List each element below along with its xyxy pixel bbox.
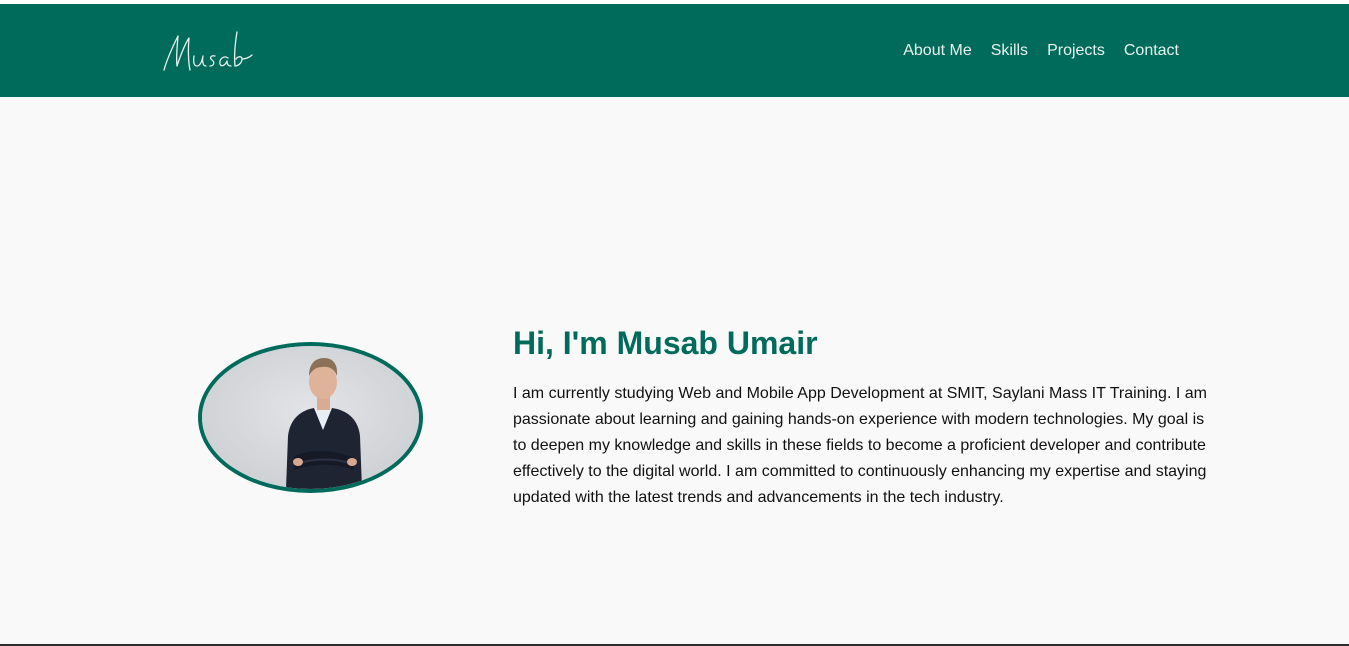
- logo[interactable]: [160, 26, 280, 76]
- nav-link-skills[interactable]: Skills: [991, 42, 1028, 60]
- nav-link-contact[interactable]: Contact: [1124, 42, 1179, 60]
- profile-photo: [198, 342, 423, 493]
- hero-description: I am currently studying Web and Mobile A…: [513, 385, 1207, 506]
- logo-script-image: [163, 31, 253, 71]
- nav-link-projects[interactable]: Projects: [1047, 42, 1105, 60]
- navbar: About Me Skills Projects Contact: [0, 4, 1349, 97]
- hero-section: Hi, I'm Musab Umair I am currently study…: [513, 323, 1213, 511]
- nav-menu: About Me Skills Projects Contact: [903, 4, 1179, 97]
- profile-photo-image: [202, 346, 419, 489]
- hero-title: Hi, I'm Musab Umair: [513, 325, 818, 361]
- page: About Me Skills Projects Contact Hi, I'm…: [0, 0, 1349, 646]
- nav-link-about-me[interactable]: About Me: [903, 42, 971, 60]
